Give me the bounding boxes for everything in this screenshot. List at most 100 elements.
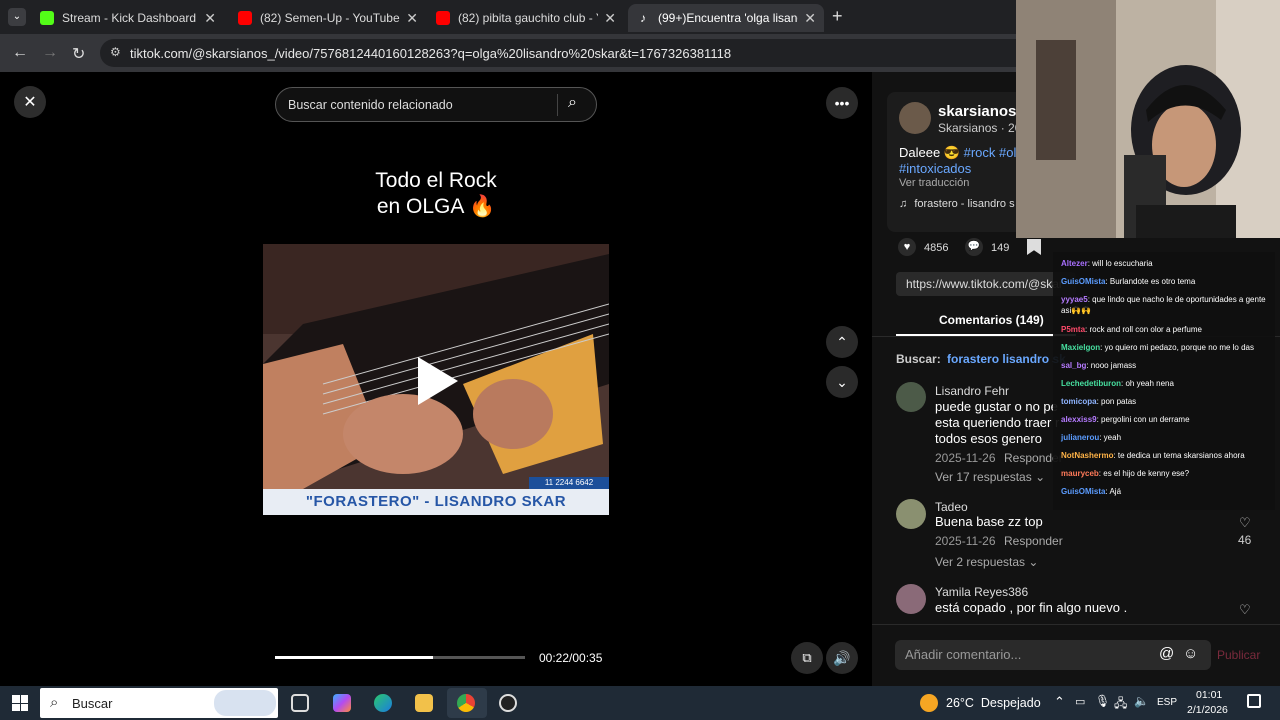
address-bar[interactable]: ⚙ tiktok.com/@skarsianos_/video/75768124… <box>100 39 1030 67</box>
back-icon[interactable]: ← <box>12 44 28 62</box>
comment-avatar[interactable] <box>896 382 926 412</box>
site-settings-icon[interactable]: ⚙ <box>110 45 121 59</box>
show-hidden-icons[interactable]: ⌃ <box>1054 694 1065 710</box>
comment-reply-button[interactable]: Responder <box>1004 534 1063 548</box>
language-indicator[interactable]: ESP <box>1157 697 1177 708</box>
close-video-button[interactable]: ✕ <box>14 86 46 118</box>
chat-text: : will lo escucharia <box>1087 259 1153 268</box>
music-info[interactable]: ♫ forastero - lisandro s <box>899 198 1015 210</box>
taskbar-search[interactable]: ⌕ Buscar <box>40 688 278 718</box>
url-text: tiktok.com/@skarsianos_/video/7576812440… <box>130 45 732 61</box>
video-frame[interactable] <box>263 244 609 489</box>
mention-icon[interactable]: @ <box>1159 645 1174 662</box>
tab-kick-dashboard[interactable]: Stream - Kick Dashboard ✕ <box>32 4 224 32</box>
obs-icon[interactable] <box>499 694 517 712</box>
copy-link-field[interactable]: https://www.tiktok.com/@skar <box>896 272 1076 296</box>
chat-message: sal_bg: nooo jamass <box>1061 360 1271 371</box>
chrome-icon[interactable] <box>457 694 475 712</box>
new-tab-button[interactable]: + <box>832 6 843 27</box>
chat-username[interactable]: Lechedetiburon <box>1061 379 1121 388</box>
view-replies-link[interactable]: Ver 2 respuestas ⌄ <box>935 555 1038 569</box>
tab-tiktok-active[interactable]: ♪ (99+)Encuentra 'olga lisandro sk ✕ <box>628 4 824 32</box>
comment-like-icon[interactable]: ♡ <box>1239 515 1251 531</box>
chat-text: : Burlandote es otro tema <box>1105 277 1196 286</box>
tab-youtube-semen-up[interactable]: (82) Semen-Up - YouTube ✕ <box>230 4 426 32</box>
save-button[interactable] <box>1027 239 1041 255</box>
chat-text: : Ajá <box>1105 487 1122 496</box>
close-tab-icon[interactable]: ✕ <box>604 10 616 27</box>
comment-search-label[interactable]: Buscar: forastero lisandro sk <box>896 352 1066 366</box>
previous-video-button[interactable]: ⌃ <box>826 326 858 358</box>
tab-youtube-pibita[interactable]: (82) pibita gauchito club - YouTu ✕ <box>428 4 624 32</box>
comment-line: puede gustar o no pe <box>935 399 1058 414</box>
tab-list-menu-icon[interactable]: ⌄ <box>8 8 26 26</box>
chat-text: : pon patas <box>1096 397 1137 406</box>
comment-avatar[interactable] <box>896 499 926 529</box>
post-caption: Daleee 😎 #rock #ol #intoxicados <box>899 145 1016 177</box>
chat-username[interactable]: Altezer <box>1061 259 1088 268</box>
translate-link[interactable]: Ver traducción <box>899 177 969 189</box>
kick-icon <box>40 11 54 25</box>
edge-icon[interactable] <box>374 694 392 712</box>
chat-text: : te dedica un tema skarsianos ahora <box>1113 451 1245 460</box>
author-subtitle: Skarsianos · 202 <box>938 121 1029 135</box>
copilot-icon[interactable] <box>333 694 351 712</box>
chat-username[interactable]: GuisOMista <box>1061 277 1105 286</box>
close-tab-icon[interactable]: ✕ <box>406 10 418 27</box>
comment-like-icon[interactable]: ♡ <box>1239 602 1251 618</box>
close-tab-icon[interactable]: ✕ <box>804 10 816 27</box>
comment-author[interactable]: Tadeo <box>935 500 968 514</box>
comment-author[interactable]: Yamila Reyes386 <box>935 585 1028 599</box>
more-options-button[interactable]: ••• <box>826 87 858 119</box>
comment-author[interactable]: Lisandro Fehr <box>935 384 1009 398</box>
windows-start-icon[interactable] <box>12 695 28 711</box>
network-icon[interactable]: 🖧 <box>1114 694 1127 715</box>
chat-text: : yo quiero mi pedazo, porque no me lo d… <box>1100 343 1254 352</box>
chat-message: Altezer: will lo escucharia <box>1061 258 1271 269</box>
add-comment-input[interactable]: Añadir comentario... @ ☺ <box>895 640 1211 670</box>
chat-username[interactable]: yyyae5 <box>1061 295 1088 304</box>
author-avatar[interactable] <box>899 102 931 134</box>
comment-avatar[interactable] <box>896 584 926 614</box>
reload-icon[interactable]: ↻ <box>72 44 85 64</box>
chat-username[interactable]: GuisOMista <box>1061 487 1105 496</box>
notification-icon[interactable] <box>1247 694 1261 708</box>
clock-date[interactable]: 2/1/2026 <box>1187 704 1228 716</box>
volume-icon[interactable]: 🔈 <box>1134 694 1149 708</box>
microphone-icon[interactable]: 🎙 <box>1095 694 1110 708</box>
picture-in-picture-button[interactable]: ⧉ <box>791 642 823 674</box>
meet-icon[interactable]: ▭ <box>1075 695 1085 708</box>
clock-time[interactable]: 01:01 <box>1196 689 1222 701</box>
weather-icon[interactable] <box>920 694 938 712</box>
chat-username[interactable]: alexxiss9 <box>1061 415 1097 424</box>
chat-username[interactable]: mauryceb <box>1061 469 1099 478</box>
like-button[interactable]: ♥ <box>898 238 916 256</box>
file-explorer-icon[interactable] <box>415 694 433 712</box>
search-icon: ⌕ <box>50 694 59 711</box>
search-icon[interactable]: ⌕ <box>568 94 577 112</box>
weather-text[interactable]: 26°C Despejado <box>946 696 1041 710</box>
close-tab-icon[interactable]: ✕ <box>204 10 216 27</box>
video-progress-bar[interactable] <box>275 656 525 659</box>
hashtag-links[interactable]: #rock #ol <box>964 145 1017 160</box>
heart-icon: ♥ <box>903 241 911 253</box>
comment-button[interactable]: 💬 <box>965 238 983 256</box>
chat-username[interactable]: tomicopa <box>1061 397 1097 406</box>
hashtag-intoxicados[interactable]: #intoxicados <box>899 161 971 176</box>
chat-username[interactable]: Maxielgon <box>1061 343 1100 352</box>
volume-button[interactable]: 🔊 <box>826 642 858 674</box>
chat-username[interactable]: NotNashermo <box>1061 451 1113 460</box>
forward-icon[interactable]: → <box>42 44 58 62</box>
next-video-button[interactable]: ⌄ <box>826 366 858 398</box>
chat-username[interactable]: P5mta <box>1061 325 1085 334</box>
publish-button[interactable]: Publicar <box>1217 648 1260 662</box>
play-icon[interactable] <box>418 357 458 405</box>
tab-comments[interactable]: Comentarios (149) <box>939 313 1044 327</box>
view-replies-link[interactable]: Ver 17 respuestas ⌄ <box>935 470 1045 484</box>
related-search-input[interactable]: Buscar contenido relacionado ⌕ <box>275 87 597 122</box>
task-view-icon[interactable] <box>291 694 309 712</box>
author-username[interactable]: skarsianos_ <box>938 103 1025 120</box>
chat-username[interactable]: julianerou <box>1061 433 1099 442</box>
chat-username[interactable]: sal_bg <box>1061 361 1086 370</box>
emoji-icon[interactable]: ☺ <box>1183 645 1198 662</box>
